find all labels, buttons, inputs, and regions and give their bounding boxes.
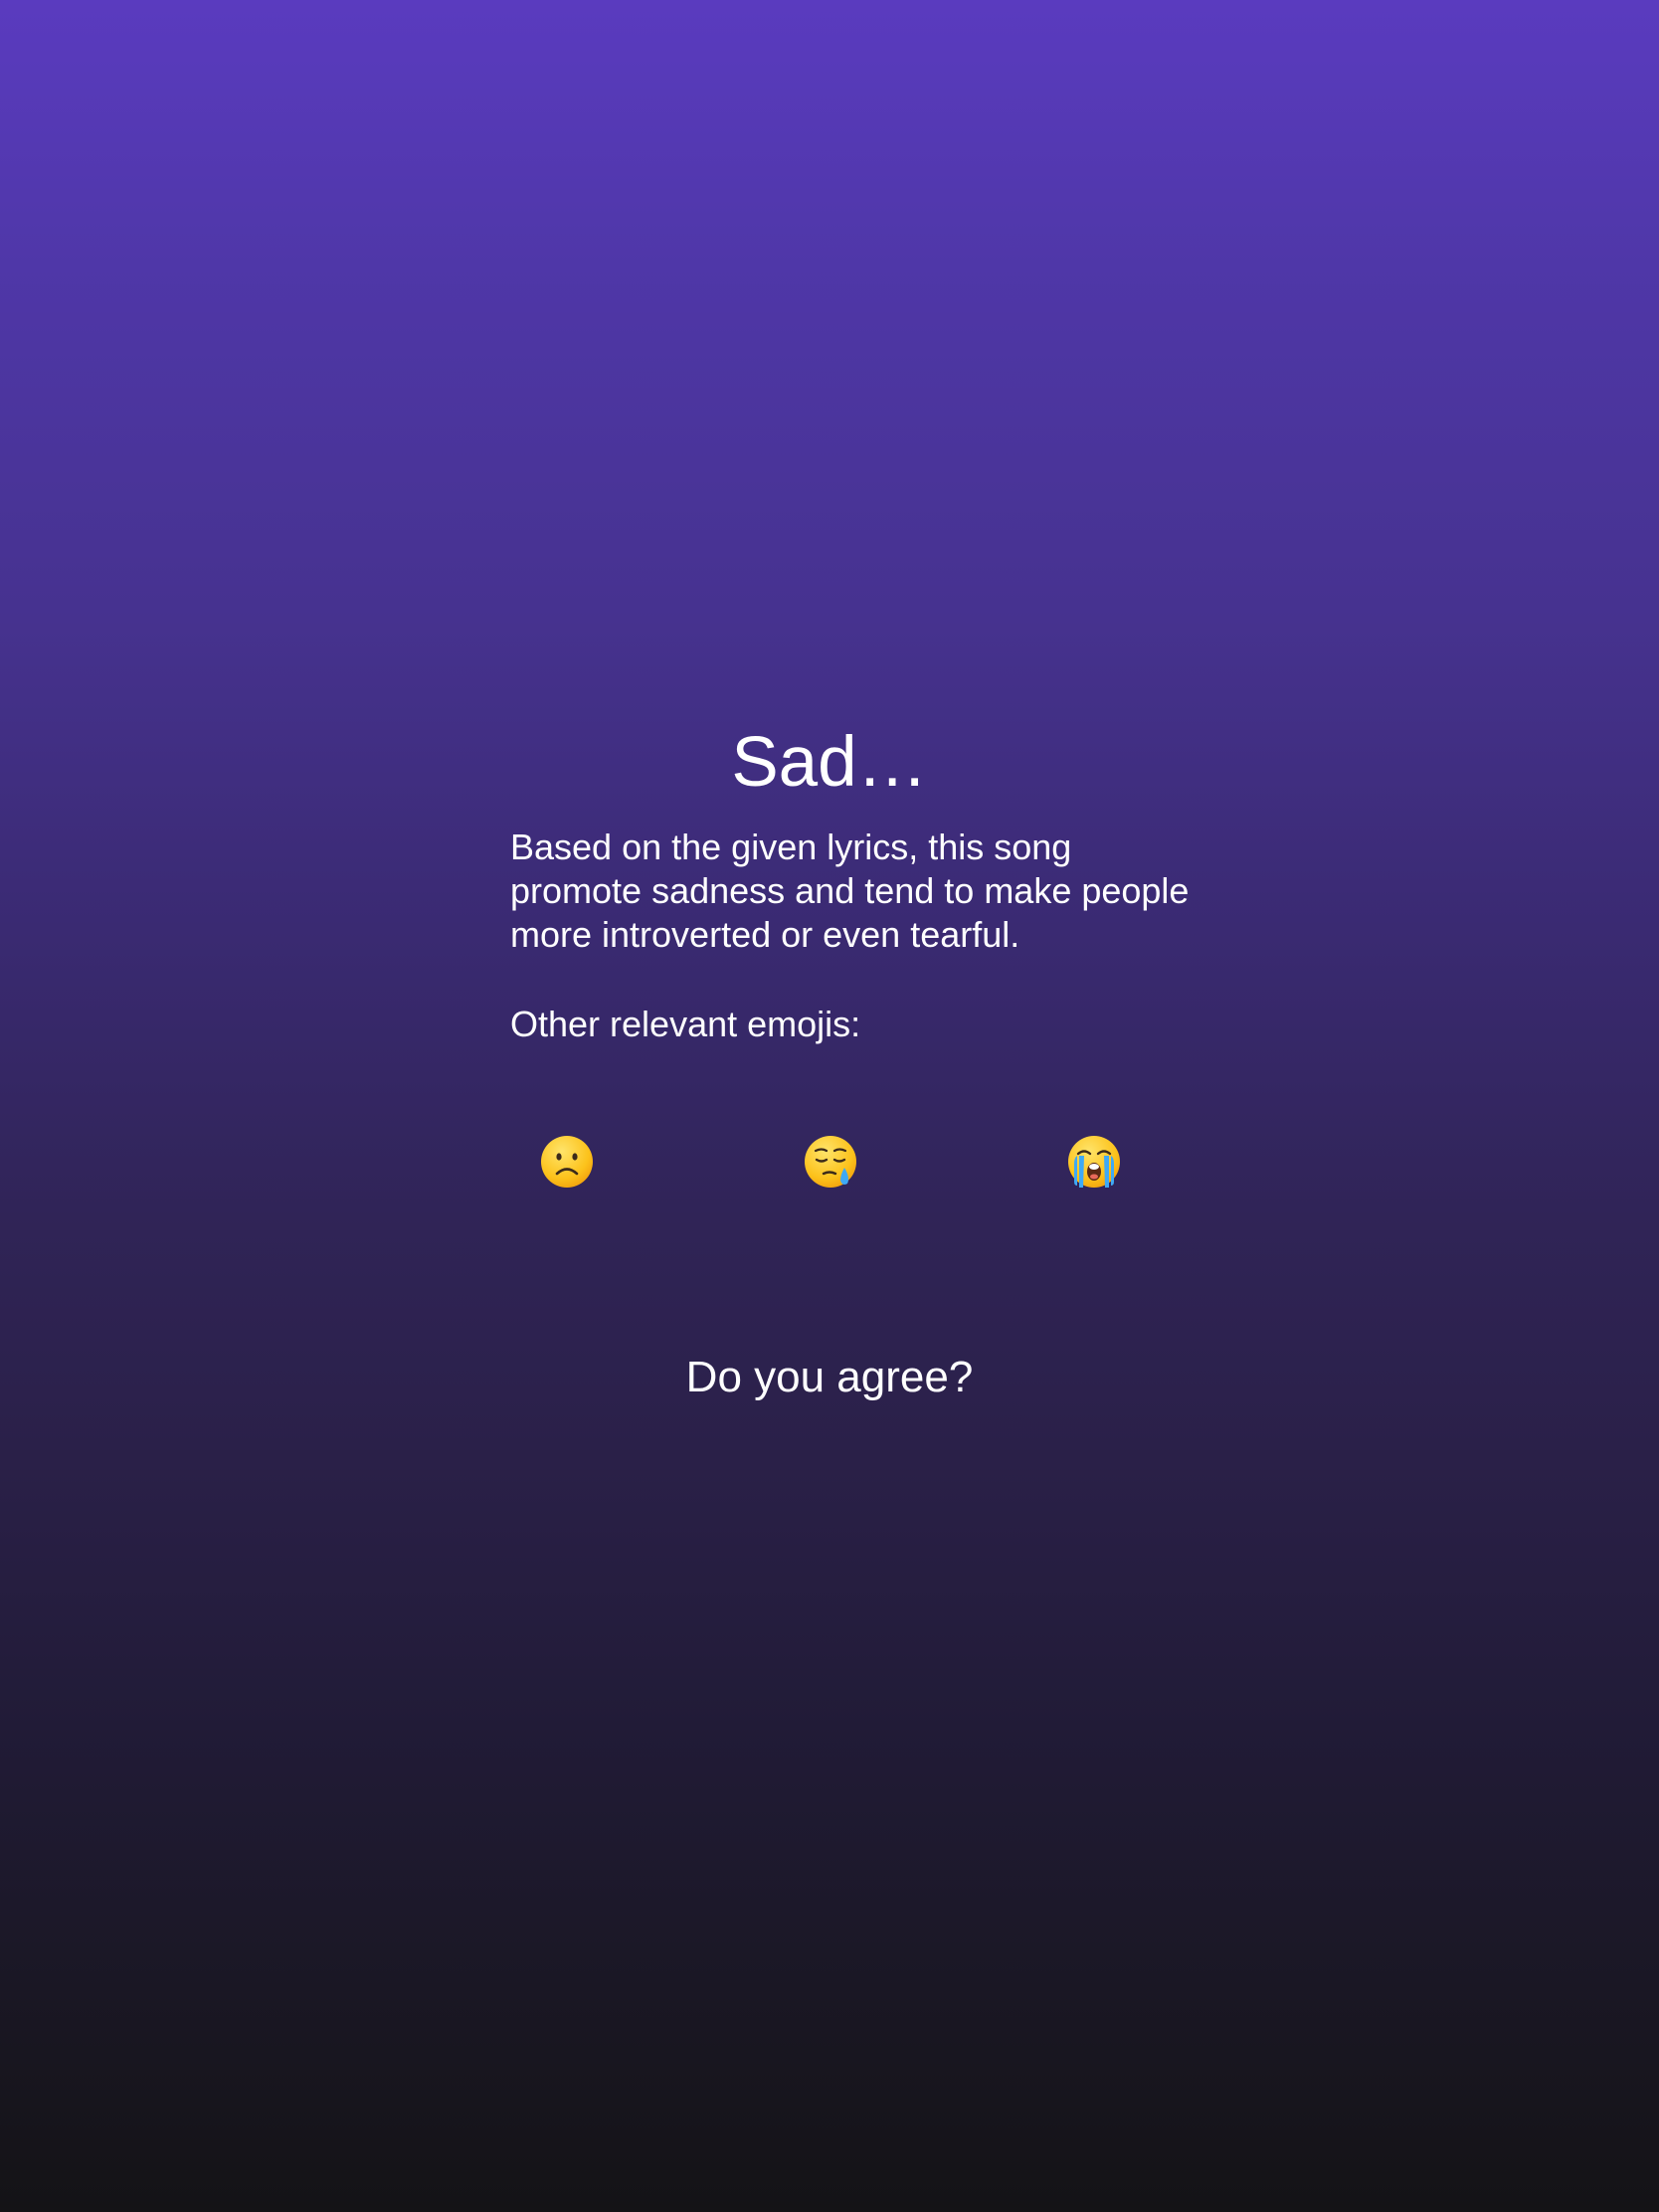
agree-prompt[interactable]: Do you agree?	[0, 1351, 1659, 1404]
emojis-heading: Other relevant emojis:	[510, 1004, 861, 1044]
frowning-face-emoji-icon[interactable]	[539, 1134, 595, 1190]
loudly-crying-face-emoji-icon[interactable]	[1066, 1134, 1122, 1190]
mood-description: Based on the given lyrics, this song pro…	[510, 827, 1190, 955]
sleepy-face-emoji-icon[interactable]	[803, 1134, 858, 1190]
emoji-list	[509, 1134, 1186, 1198]
mood-title: Sad…	[731, 723, 928, 802]
mood-result-screen: { "result": { "title": "Sad…", "descript…	[0, 0, 1659, 2212]
